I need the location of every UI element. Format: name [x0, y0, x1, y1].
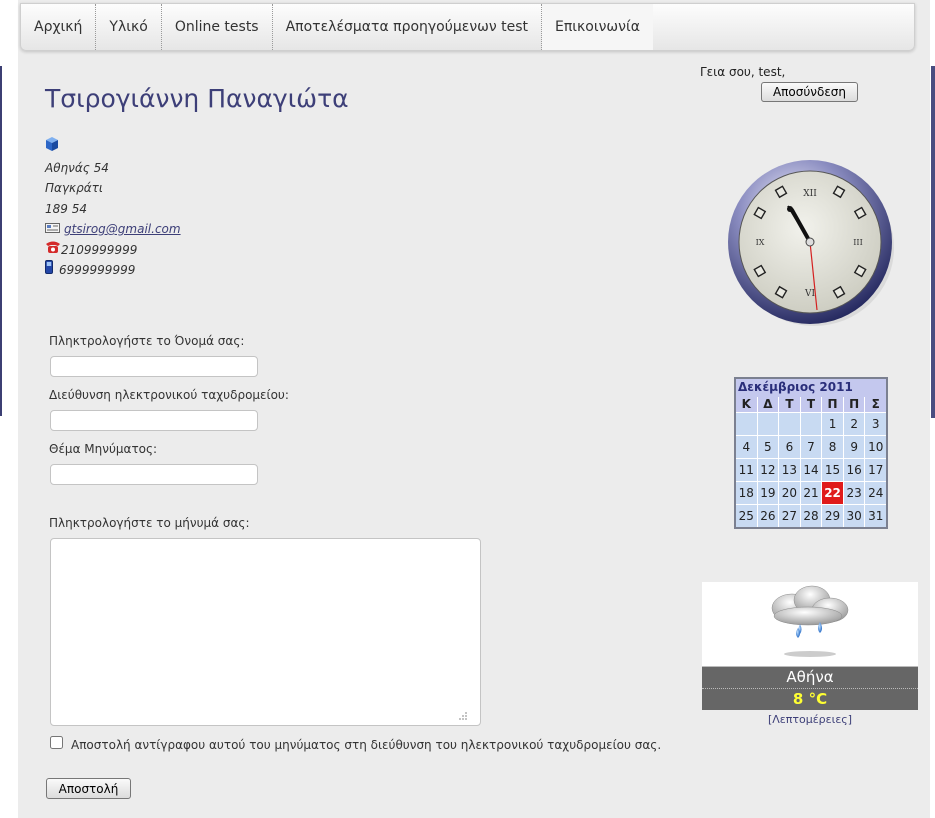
weekday-header: Σ	[865, 397, 886, 412]
weekday-header: Τ	[779, 397, 800, 412]
phone-row: 2109999999	[45, 240, 181, 261]
calendar-day[interactable]: 24	[865, 482, 886, 504]
message-textarea[interactable]	[50, 538, 481, 726]
page-title: Τσιρογιάννη Παναγιώτα	[45, 84, 349, 113]
calendar-day[interactable]: 19	[757, 482, 779, 504]
mobile-number: 6999999999	[59, 263, 136, 277]
svg-text:XII: XII	[803, 189, 817, 199]
calendar-day[interactable]: 16	[843, 459, 865, 481]
calendar-widget: Δεκέμβριος 2011 Κ Δ Τ Τ Π Π Σ 1234567891…	[734, 377, 888, 529]
weather-image	[702, 582, 918, 666]
rain-cloud-icon	[771, 585, 849, 657]
logout-button[interactable]: Αποσύνδεση	[761, 82, 858, 102]
calendar-day[interactable]: 10	[865, 436, 886, 458]
resize-grip-icon[interactable]	[458, 706, 468, 725]
calendar-day[interactable]: 21	[800, 482, 822, 504]
email-input[interactable]	[50, 410, 258, 431]
calendar-day[interactable]: 20	[779, 482, 800, 504]
right-edge-bar	[931, 66, 935, 418]
calendar-day[interactable]: 23	[843, 482, 865, 504]
contact-info: Αθηνάς 54 Παγκράτι 189 54 gtsirog@gmail.…	[45, 137, 181, 281]
calendar-day[interactable]: 3	[865, 413, 886, 435]
calendar-day[interactable]: 15	[822, 459, 843, 481]
weekday-header: Δ	[757, 397, 779, 412]
weather-city: Αθήνα	[702, 666, 918, 689]
send-button[interactable]: Αποστολή	[46, 778, 131, 799]
mobile-row: 6999999999	[45, 260, 181, 281]
weekday-header: Π	[843, 397, 865, 412]
mobile-phone-icon	[45, 260, 53, 281]
clock-face-icon: XII VI IX III	[728, 160, 894, 326]
calendar-day[interactable]: 12	[757, 459, 779, 481]
calendar-title: Δεκέμβριος 2011	[736, 379, 886, 397]
page-container: Αρχική Υλικό Online tests Αποτελέσματα π…	[18, 0, 930, 818]
address-area: Παγκράτι	[45, 181, 103, 195]
weekday-header: Τ	[800, 397, 822, 412]
calendar-grid: Κ Δ Τ Τ Π Π Σ 1 2 3 4 5 6 7 8 9 10 11 12 13 14 15 16 17 1…	[736, 397, 886, 527]
calendar-day[interactable]: 11	[736, 459, 757, 481]
calendar-day-today[interactable]: 22	[822, 482, 843, 504]
calendar-day[interactable]: 13	[779, 459, 800, 481]
svg-text:IX: IX	[756, 238, 765, 247]
calendar-day[interactable]: 26	[757, 505, 779, 527]
calendar-day[interactable]: 30	[843, 505, 865, 527]
calendar-empty-cell	[800, 413, 822, 435]
weekday-header: Κ	[736, 397, 757, 412]
calendar-day[interactable]: 6	[779, 436, 800, 458]
nav-item-home[interactable]: Αρχική	[21, 4, 97, 50]
calendar-day[interactable]: 29	[822, 505, 843, 527]
send-copy-label: Αποστολή αντίγραφου αυτού του μηνύματος …	[71, 738, 662, 752]
phone-number: 2109999999	[61, 242, 138, 257]
address-street: Αθηνάς 54	[45, 160, 109, 175]
calendar-day[interactable]: 1	[822, 413, 843, 435]
email-link[interactable]: gtsirog@gmail.com	[64, 219, 181, 240]
analog-clock: XII VI IX III	[724, 158, 896, 334]
weather-temperature: 8 °C	[702, 689, 918, 710]
email-card-icon	[45, 219, 60, 240]
svg-text:III: III	[853, 238, 862, 247]
message-label: Πληκτρολογήστε το μήνυμά σας:	[49, 516, 250, 530]
calendar-day[interactable]: 25	[736, 505, 757, 527]
email-row: gtsirog@gmail.com	[45, 219, 181, 240]
send-copy-checkbox[interactable]	[50, 736, 63, 749]
address-icon-row	[45, 137, 181, 158]
subject-input[interactable]	[50, 464, 258, 485]
address-cube-icon	[45, 136, 59, 159]
calendar-empty-cell	[757, 413, 779, 435]
address-postcode: 189 54	[45, 201, 87, 216]
calendar-day[interactable]: 14	[800, 459, 822, 481]
calendar-empty-cell	[779, 413, 800, 435]
nav-item-contact[interactable]: Επικοινωνία	[542, 4, 653, 50]
user-greeting: Γεια σου, test,	[700, 65, 786, 79]
calendar-day[interactable]: 7	[800, 436, 822, 458]
subject-label: Θέμα Μηνύματος:	[49, 442, 158, 456]
calendar-day[interactable]: 18	[736, 482, 757, 504]
name-label: Πληκτρολογήστε το Όνομά σας:	[49, 334, 245, 348]
email-label: Διεύθυνση ηλεκτρονικού ταχυδρομείου:	[49, 388, 289, 402]
calendar-day[interactable]: 8	[822, 436, 843, 458]
weekday-header: Π	[822, 397, 843, 412]
nav-item-previous-results[interactable]: Αποτελέσματα προηγούμενων test	[273, 4, 543, 50]
left-edge-bar	[0, 66, 2, 416]
calendar-day[interactable]: 9	[843, 436, 865, 458]
calendar-day[interactable]: 31	[865, 505, 886, 527]
calendar-day[interactable]: 2	[843, 413, 865, 435]
weather-widget: Αθήνα 8 °C [Λεπτομέρειες]	[702, 582, 918, 726]
svg-text:VI: VI	[804, 289, 815, 299]
calendar-day[interactable]: 17	[865, 459, 886, 481]
calendar-day[interactable]: 4	[736, 436, 757, 458]
telephone-icon	[45, 240, 61, 261]
nav-item-material[interactable]: Υλικό	[96, 4, 162, 50]
name-input[interactable]	[50, 356, 258, 377]
calendar-day[interactable]: 28	[800, 505, 822, 527]
calendar-day[interactable]: 27	[779, 505, 800, 527]
calendar-day[interactable]: 5	[757, 436, 779, 458]
main-navigation: Αρχική Υλικό Online tests Αποτελέσματα π…	[20, 3, 915, 51]
calendar-empty-cell	[736, 413, 757, 435]
weather-details-link[interactable]: [Λεπτομέρειες]	[702, 713, 918, 726]
nav-item-online-tests[interactable]: Online tests	[162, 4, 273, 50]
